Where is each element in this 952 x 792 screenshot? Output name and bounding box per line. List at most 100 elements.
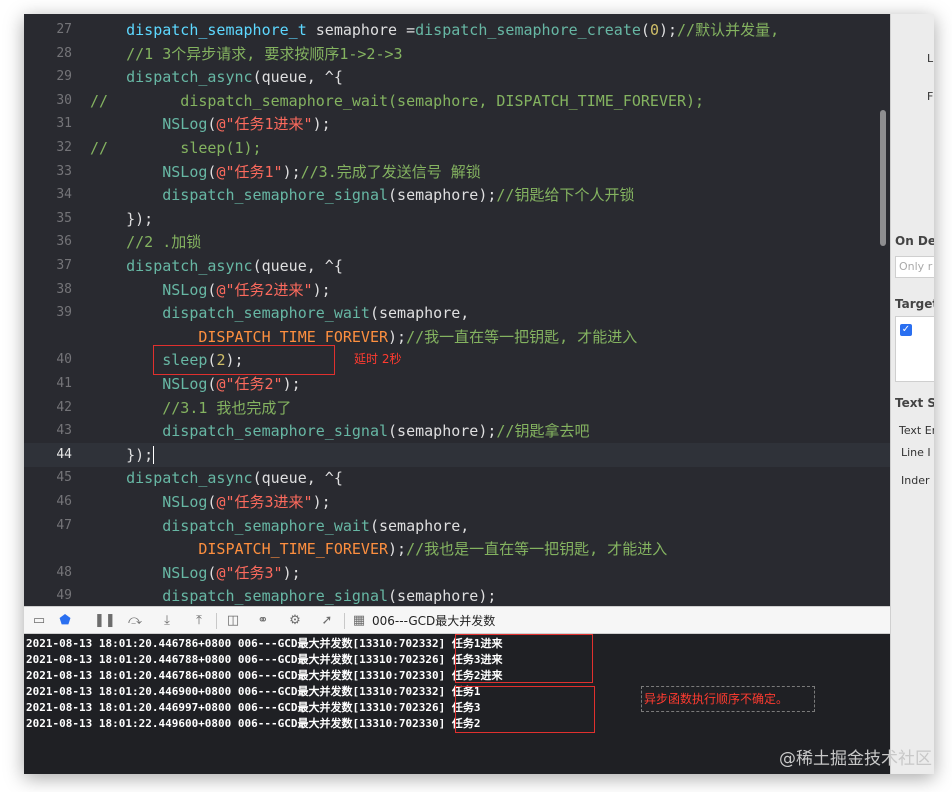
code-line[interactable]: 32 // sleep(1); <box>24 136 890 160</box>
code-text: dispatch_semaphore_signal(semaphore);//钥… <box>90 183 634 207</box>
console-line: 2021-08-13 18:01:20.446997+0800 006---GC… <box>26 701 481 714</box>
code-line[interactable]: 38 NSLog(@"任务2进来"); <box>24 278 890 302</box>
code-line[interactable]: 42 //3.1 我也完成了 <box>24 396 890 420</box>
inspector-label: L <box>927 52 934 65</box>
hide-debug-area-icon[interactable]: ▭ <box>30 612 48 630</box>
code-line[interactable]: 37 dispatch_async(queue, ^{ <box>24 254 890 278</box>
code-editor[interactable]: 27 dispatch_semaphore_t semaphore =dispa… <box>24 14 890 606</box>
inspector-panel: L F On De Only r Target ✓ Text S Text Er… <box>890 14 934 774</box>
line-number: 27 <box>56 22 72 37</box>
text-cursor <box>153 446 155 465</box>
pause-icon[interactable]: ❚❚ <box>94 612 116 630</box>
code-text: dispatch_semaphore_wait(semaphore, <box>90 514 469 538</box>
code-token: //3.1 我也完成了 <box>90 398 292 417</box>
console-output[interactable]: 2021-08-13 18:01:20.446786+0800 006---GC… <box>24 634 890 774</box>
view-hierarchy-icon[interactable]: ◫ <box>224 612 242 630</box>
code-line[interactable]: 35 }); <box>24 207 890 231</box>
code-text: NSLog(@"任务1进来"); <box>90 112 330 136</box>
code-token: NSLog <box>162 115 208 134</box>
code-line[interactable]: 30 // dispatch_semaphore_wait(semaphore, … <box>24 89 890 113</box>
code-token: NSLog <box>162 563 208 582</box>
code-line[interactable]: 45 dispatch_async(queue, ^{ <box>24 466 890 490</box>
line-number: 40 <box>56 352 72 368</box>
step-out-icon[interactable]: ⤒ <box>190 612 208 630</box>
on-demand-field[interactable]: Only r <box>895 256 934 278</box>
code-line[interactable]: 43 dispatch_semaphore_signal(semaphore);… <box>24 419 890 443</box>
target-membership-list: ✓ <box>895 316 934 382</box>
step-over-icon[interactable]: ⤼ <box>126 612 144 630</box>
breakpoints-icon[interactable]: ⬟ <box>56 612 74 630</box>
code-token: ( <box>640 21 650 39</box>
code-token: //我也是一直在等一把钥匙, 才能进入 <box>406 540 668 559</box>
toolbar-divider <box>216 613 217 629</box>
line-number: 32 <box>56 140 72 155</box>
code-text: NSLog(@"任务1");//3.完成了发送信号 解锁 <box>90 160 481 184</box>
code-line[interactable]: DISPATCH_TIME_FOREVER);//我也是一直在等一把钥匙, 才能… <box>24 537 890 561</box>
code-text: dispatch_async(queue, ^{ <box>90 466 343 490</box>
target-icon[interactable]: ▦ <box>350 612 368 630</box>
code-text: dispatch_semaphore_t semaphore =dispatch… <box>90 18 779 42</box>
code-token: DISPATCH_TIME_FOREVER <box>198 327 389 346</box>
line-number: 29 <box>56 69 72 85</box>
line-number: 47 <box>56 517 72 533</box>
code-text: //1 3个异步请求, 要求按顺序1->2->3 <box>90 42 402 66</box>
code-text: //2 .加锁 <box>90 230 201 254</box>
step-into-icon[interactable]: ⤓ <box>158 612 176 630</box>
code-token: (queue, ^{ <box>252 469 343 488</box>
code-token: //钥匙拿去吧 <box>496 422 590 441</box>
code-line[interactable]: 36 //2 .加锁 <box>24 230 890 254</box>
code-line[interactable]: 34 dispatch_semaphore_signal(semaphore);… <box>24 183 890 207</box>
console-line: 2021-08-13 18:01:20.446788+0800 006---GC… <box>26 653 503 666</box>
inspector-label: F <box>927 90 934 103</box>
code-token: @"任务2进来" <box>216 280 313 299</box>
code-token: @"任务3" <box>216 563 283 582</box>
code-line[interactable]: 27 dispatch_semaphore_t semaphore =dispa… <box>24 18 890 42</box>
code-token: NSLog <box>162 493 208 511</box>
code-line[interactable]: 46 NSLog(@"任务3进来"); <box>24 490 890 514</box>
code-token: // dispatch_semaphore_wait(semaphore, DI… <box>90 91 705 110</box>
code-token: (semaphore); <box>388 422 497 441</box>
code-token: }); <box>90 209 154 228</box>
code-line[interactable]: 28 //1 3个异步请求, 要求按顺序1->2->3 <box>24 42 890 66</box>
code-text: NSLog(@"任务3进来"); <box>90 490 330 514</box>
code-text: NSLog(@"任务2进来"); <box>90 278 330 302</box>
code-line[interactable]: 29 dispatch_async(queue, ^{ <box>24 65 890 89</box>
code-token: DISPATCH_TIME_FOREVER <box>198 540 389 559</box>
code-text: dispatch_async(queue, ^{ <box>90 254 343 278</box>
code-line[interactable]: 49 dispatch_semaphore_signal(semaphore); <box>24 584 890 606</box>
line-number: 37 <box>56 258 72 273</box>
inspector-section-text-settings: Text S <box>895 396 934 410</box>
code-token: //钥匙给下个人开锁 <box>496 186 635 205</box>
code-line[interactable]: 33 NSLog(@"任务1");//3.完成了发送信号 解锁 <box>24 160 890 184</box>
code-token: 0 <box>649 21 659 39</box>
code-line[interactable]: 48 NSLog(@"任务3"); <box>24 561 890 585</box>
line-number: 43 <box>56 423 72 439</box>
code-token: dispatch_semaphore_signal <box>162 422 389 441</box>
code-line[interactable]: 41 NSLog(@"任务2"); <box>24 372 890 396</box>
code-line[interactable]: 39 dispatch_semaphore_wait(semaphore, <box>24 301 890 325</box>
environment-icon[interactable]: ⚙ <box>286 612 304 630</box>
memory-graph-icon[interactable]: ⚭ <box>254 612 272 630</box>
code-token: (semaphore); <box>388 587 497 606</box>
location-icon[interactable]: ➚ <box>318 612 336 630</box>
code-text: }); <box>90 207 153 231</box>
code-line[interactable]: 31 NSLog(@"任务1进来"); <box>24 112 890 136</box>
checkbox-checked-icon[interactable]: ✓ <box>900 324 912 336</box>
line-number: 46 <box>56 494 72 509</box>
editor-scrollbar[interactable] <box>880 110 886 246</box>
code-token: dispatch_semaphore_signal <box>162 587 389 606</box>
code-line[interactable]: 44 }); <box>24 442 890 467</box>
target-name[interactable]: 006---GCD最大并发数 <box>372 612 495 630</box>
code-text: dispatch_semaphore_wait(semaphore, <box>90 301 469 325</box>
code-text: // dispatch_semaphore_wait(semaphore, DI… <box>90 89 704 113</box>
code-token: ); <box>282 563 301 582</box>
code-line[interactable]: 47 dispatch_semaphore_wait(semaphore, <box>24 514 890 538</box>
